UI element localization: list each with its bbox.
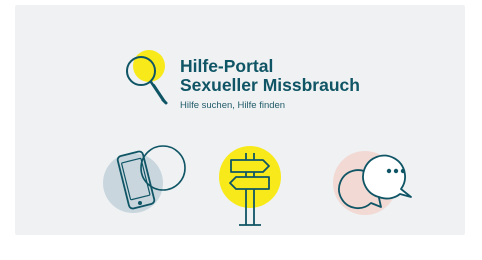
hero-card: Hilfe-Portal Sexueller Missbrauch Hilfe … <box>15 5 465 235</box>
chat-bubbles-icon[interactable] <box>331 145 427 225</box>
magnifier-icon <box>126 50 168 105</box>
tagline: Hilfe suchen, Hilfe finden <box>180 100 286 111</box>
title-line-1: Hilfe-Portal <box>180 56 274 76</box>
smartphone-icon[interactable] <box>103 143 193 223</box>
title-line-2: Sexueller Missbrauch <box>180 75 360 95</box>
signpost-icon[interactable] <box>211 143 289 235</box>
page-title: Hilfe-Portal Sexueller Missbrauch <box>180 57 360 95</box>
